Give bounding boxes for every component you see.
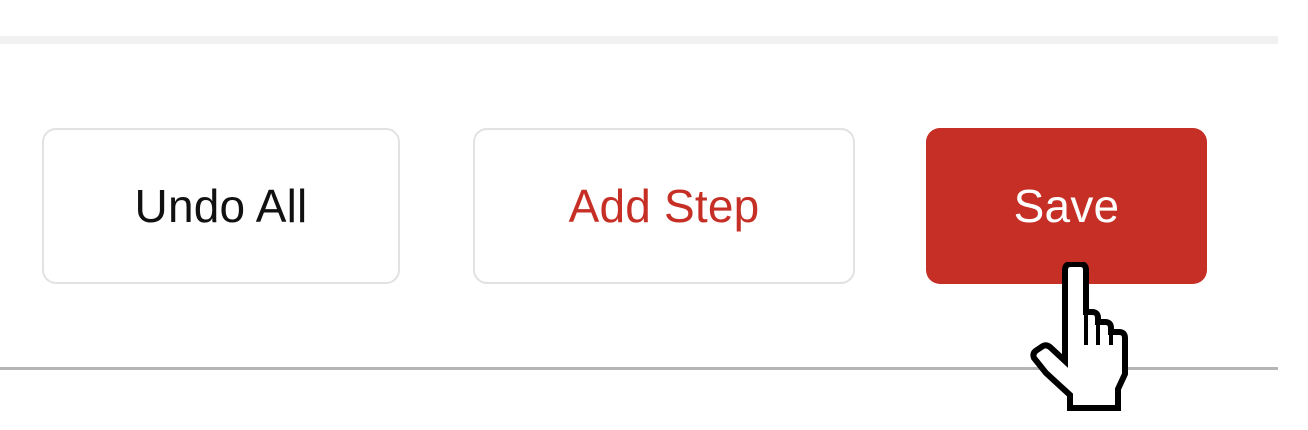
undo-all-button[interactable]: Undo All	[42, 128, 400, 284]
save-button[interactable]: Save	[926, 128, 1207, 284]
top-divider	[0, 36, 1278, 44]
action-bar-screen: Undo All Add Step Save	[0, 0, 1308, 430]
add-step-button[interactable]: Add Step	[473, 128, 855, 284]
bottom-divider	[0, 367, 1278, 370]
hand-pointer-icon	[1030, 262, 1128, 411]
